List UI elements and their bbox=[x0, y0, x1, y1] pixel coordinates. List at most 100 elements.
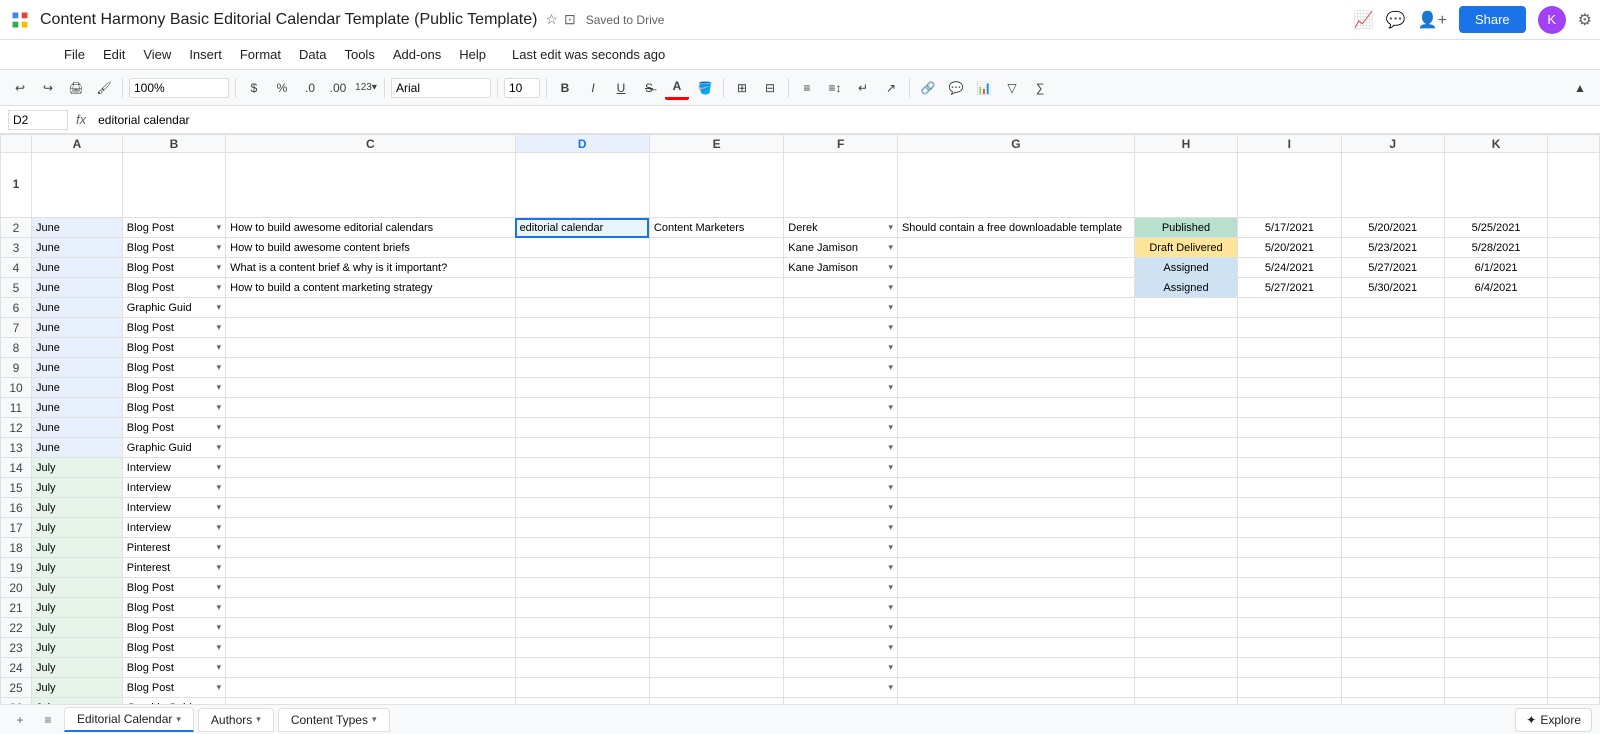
menu-help[interactable]: Help bbox=[451, 43, 494, 66]
cell-month-20[interactable]: July bbox=[32, 578, 123, 598]
cell-d1appr-9[interactable] bbox=[1341, 358, 1444, 378]
cell-fddue-17[interactable] bbox=[1444, 518, 1547, 538]
cell-d1due-20[interactable] bbox=[1238, 578, 1341, 598]
cell-d1appr-15[interactable] bbox=[1341, 478, 1444, 498]
cell-notes-11[interactable] bbox=[897, 398, 1134, 418]
cell-d1appr-6[interactable] bbox=[1341, 298, 1444, 318]
cell-month-9[interactable]: June bbox=[32, 358, 123, 378]
cell-d1due-23[interactable] bbox=[1238, 638, 1341, 658]
bold-button[interactable]: B bbox=[553, 76, 577, 100]
cell-audience-13[interactable] bbox=[649, 438, 783, 458]
cell-title-25[interactable] bbox=[226, 678, 515, 698]
cell-type-25[interactable]: Blog Post▾ bbox=[122, 678, 225, 698]
row-num-22[interactable]: 22 bbox=[1, 618, 32, 638]
cell-audience-24[interactable] bbox=[649, 658, 783, 678]
settings-icon[interactable]: ⚙ bbox=[1578, 10, 1592, 30]
cell-deli-24[interactable] bbox=[1548, 658, 1600, 678]
cell-audience-5[interactable] bbox=[649, 278, 783, 298]
cell-d1due-15[interactable] bbox=[1238, 478, 1341, 498]
cell-d1due-13[interactable] bbox=[1238, 438, 1341, 458]
cell-type-24[interactable]: Blog Post▾ bbox=[122, 658, 225, 678]
cell-status-11[interactable] bbox=[1134, 398, 1237, 418]
cell-notes-26[interactable] bbox=[897, 698, 1134, 705]
cell-deli-25[interactable] bbox=[1548, 678, 1600, 698]
cell-keyword-26[interactable] bbox=[515, 698, 649, 705]
type-dropdown-icon[interactable]: ▾ bbox=[217, 282, 222, 293]
row-num-15[interactable]: 15 bbox=[1, 478, 32, 498]
cell-notes-9[interactable] bbox=[897, 358, 1134, 378]
type-dropdown-icon[interactable]: ▾ bbox=[217, 222, 222, 233]
cell-author-8[interactable]: ▾ bbox=[784, 338, 898, 358]
tab-editorial-calendar[interactable]: Editorial Calendar ▾ bbox=[64, 707, 194, 732]
cell-keyword-7[interactable] bbox=[515, 318, 649, 338]
cell-d1appr-20[interactable] bbox=[1341, 578, 1444, 598]
font-size-input[interactable] bbox=[504, 78, 540, 98]
cell-title-4[interactable]: What is a content brief & why is it impo… bbox=[226, 258, 515, 278]
cell-d1appr-21[interactable] bbox=[1341, 598, 1444, 618]
cell-fddue-10[interactable] bbox=[1444, 378, 1547, 398]
cell-notes-16[interactable] bbox=[897, 498, 1134, 518]
cell-d1appr-16[interactable] bbox=[1341, 498, 1444, 518]
cell-notes-2[interactable]: Should contain a free downloadable templ… bbox=[897, 218, 1134, 238]
cell-audience-21[interactable] bbox=[649, 598, 783, 618]
rotate-button[interactable]: ↗ bbox=[879, 76, 903, 100]
type-dropdown-icon[interactable]: ▾ bbox=[217, 542, 222, 553]
row-num-17[interactable]: 17 bbox=[1, 518, 32, 538]
cell-author-9[interactable]: ▾ bbox=[784, 358, 898, 378]
row-num-2[interactable]: 2 bbox=[1, 218, 32, 238]
tab-authors[interactable]: Authors ▾ bbox=[198, 708, 274, 732]
type-dropdown-icon[interactable]: ▾ bbox=[217, 342, 222, 353]
comment-button[interactable]: 💬 bbox=[944, 76, 968, 100]
cell-title-8[interactable] bbox=[226, 338, 515, 358]
cell-month-10[interactable]: June bbox=[32, 378, 123, 398]
cell-notes-23[interactable] bbox=[897, 638, 1134, 658]
cell-month-16[interactable]: July bbox=[32, 498, 123, 518]
cell-status-24[interactable] bbox=[1134, 658, 1237, 678]
cell-title-11[interactable] bbox=[226, 398, 515, 418]
cell-type-23[interactable]: Blog Post▾ bbox=[122, 638, 225, 658]
cell-d1appr-11[interactable] bbox=[1341, 398, 1444, 418]
type-dropdown-icon[interactable]: ▾ bbox=[217, 582, 222, 593]
cell-title-15[interactable] bbox=[226, 478, 515, 498]
cell-audience-22[interactable] bbox=[649, 618, 783, 638]
cell-deli-15[interactable] bbox=[1548, 478, 1600, 498]
row-num-1[interactable]: 1 bbox=[1, 153, 32, 218]
cell-status-23[interactable] bbox=[1134, 638, 1237, 658]
cell-month-14[interactable]: July bbox=[32, 458, 123, 478]
cell-d1appr-12[interactable] bbox=[1341, 418, 1444, 438]
cell-title-16[interactable] bbox=[226, 498, 515, 518]
cell-notes-6[interactable] bbox=[897, 298, 1134, 318]
row-num-18[interactable]: 18 bbox=[1, 538, 32, 558]
tab-content-types[interactable]: Content Types ▾ bbox=[278, 708, 390, 732]
print-button[interactable]: 🖨 bbox=[64, 76, 88, 100]
cell-notes-5[interactable] bbox=[897, 278, 1134, 298]
row-num-26[interactable]: 26 bbox=[1, 698, 32, 705]
cell-type-15[interactable]: Interview▾ bbox=[122, 478, 225, 498]
cell-notes-3[interactable] bbox=[897, 238, 1134, 258]
cell-keyword-23[interactable] bbox=[515, 638, 649, 658]
chart-button[interactable]: 📊 bbox=[972, 76, 996, 100]
cell-notes-22[interactable] bbox=[897, 618, 1134, 638]
cell-type-22[interactable]: Blog Post▾ bbox=[122, 618, 225, 638]
author-dropdown-icon[interactable]: ▾ bbox=[888, 302, 893, 313]
cell-title-24[interactable] bbox=[226, 658, 515, 678]
cell-keyword-19[interactable] bbox=[515, 558, 649, 578]
author-dropdown-icon[interactable]: ▾ bbox=[888, 282, 893, 293]
cell-author-20[interactable]: ▾ bbox=[784, 578, 898, 598]
author-dropdown-icon[interactable]: ▾ bbox=[888, 422, 893, 433]
cell-type-18[interactable]: Pinterest▾ bbox=[122, 538, 225, 558]
cell-deli-18[interactable] bbox=[1548, 538, 1600, 558]
col-header-a[interactable]: A bbox=[32, 135, 123, 153]
row-num-19[interactable]: 19 bbox=[1, 558, 32, 578]
type-dropdown-icon[interactable]: ▾ bbox=[217, 602, 222, 613]
cell-d1due-17[interactable] bbox=[1238, 518, 1341, 538]
cell-deli-17[interactable] bbox=[1548, 518, 1600, 538]
author-dropdown-icon[interactable]: ▾ bbox=[888, 702, 893, 704]
cell-fddue-2[interactable]: 5/25/2021 bbox=[1444, 218, 1547, 238]
type-dropdown-icon[interactable]: ▾ bbox=[217, 622, 222, 633]
type-dropdown-icon[interactable]: ▾ bbox=[217, 242, 222, 253]
cell-title-23[interactable] bbox=[226, 638, 515, 658]
cell-type-9[interactable]: Blog Post▾ bbox=[122, 358, 225, 378]
cell-status-6[interactable] bbox=[1134, 298, 1237, 318]
cell-status-2[interactable]: Published bbox=[1134, 218, 1237, 238]
